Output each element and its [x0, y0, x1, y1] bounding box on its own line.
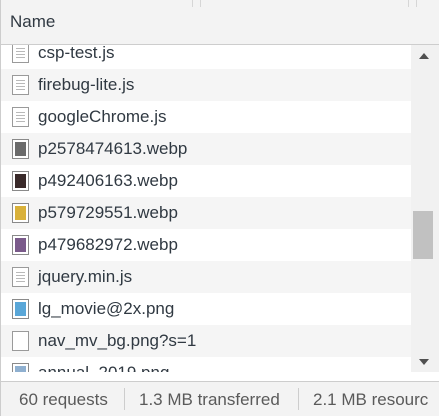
image-thumbnail-icon	[12, 139, 29, 159]
request-name: annual_2019.png	[38, 363, 169, 372]
request-row[interactable]: annual_2019.png	[1, 357, 411, 372]
request-name: lg_movie@2x.png	[38, 299, 175, 318]
image-thumbnail-icon	[12, 203, 29, 223]
scroll-down-arrow-icon[interactable]	[419, 359, 429, 365]
request-name: csp-test.js	[38, 45, 115, 62]
image-thumbnail-icon	[12, 235, 29, 255]
request-row[interactable]: p2578474613.webp	[1, 133, 411, 165]
status-divider	[124, 388, 125, 410]
request-row[interactable]: p579729551.webp	[1, 197, 411, 229]
request-row[interactable]: firebug-lite.js	[1, 69, 411, 101]
request-row[interactable]: p492406163.webp	[1, 165, 411, 197]
request-name: p479682972.webp	[38, 235, 178, 254]
scroll-up-arrow-icon[interactable]	[419, 53, 429, 59]
request-row[interactable]: nav_mv_bg.png?s=1	[1, 325, 411, 357]
request-row[interactable]: lg_movie@2x.png	[1, 293, 411, 325]
resources-size: 2.1 MB resourc	[313, 390, 429, 409]
file-icon	[12, 45, 29, 63]
network-panel: Name csp-test.js firebug-lite.js googleChr…	[0, 0, 439, 416]
request-list: csp-test.js firebug-lite.js googleChrome.j…	[1, 45, 411, 372]
request-name: p492406163.webp	[38, 171, 178, 190]
request-name: googleChrome.js	[38, 107, 167, 126]
vertical-scrollbar[interactable]	[411, 45, 439, 372]
file-icon	[12, 267, 29, 287]
request-name: p579729551.webp	[38, 203, 178, 222]
request-row[interactable]: jquery.min.js	[1, 261, 411, 293]
image-thumbnail-icon	[12, 299, 29, 319]
image-thumbnail-icon	[12, 363, 29, 372]
request-name: firebug-lite.js	[38, 75, 135, 94]
scrollbar-thumb[interactable]	[413, 211, 433, 259]
request-row[interactable]: csp-test.js	[1, 45, 411, 69]
request-name: jquery.min.js	[38, 267, 133, 286]
status-bar: 60 requests 1.3 MB transferred 2.1 MB re…	[1, 381, 439, 416]
file-icon	[12, 107, 29, 127]
request-name: nav_mv_bg.png?s=1	[38, 331, 197, 350]
request-name: p2578474613.webp	[38, 139, 188, 158]
transferred-size: 1.3 MB transferred	[139, 390, 280, 409]
status-divider	[298, 388, 299, 410]
request-row[interactable]: googleChrome.js	[1, 101, 411, 133]
header-top-separator	[1, 0, 439, 7]
request-row[interactable]: p479682972.webp	[1, 229, 411, 261]
image-thumbnail-icon	[12, 171, 29, 191]
blank-file-icon	[12, 331, 29, 351]
requests-count: 60 requests	[19, 390, 108, 409]
file-icon	[12, 75, 29, 95]
name-column-header[interactable]: Name	[10, 12, 55, 32]
column-header[interactable]: Name	[1, 0, 439, 45]
